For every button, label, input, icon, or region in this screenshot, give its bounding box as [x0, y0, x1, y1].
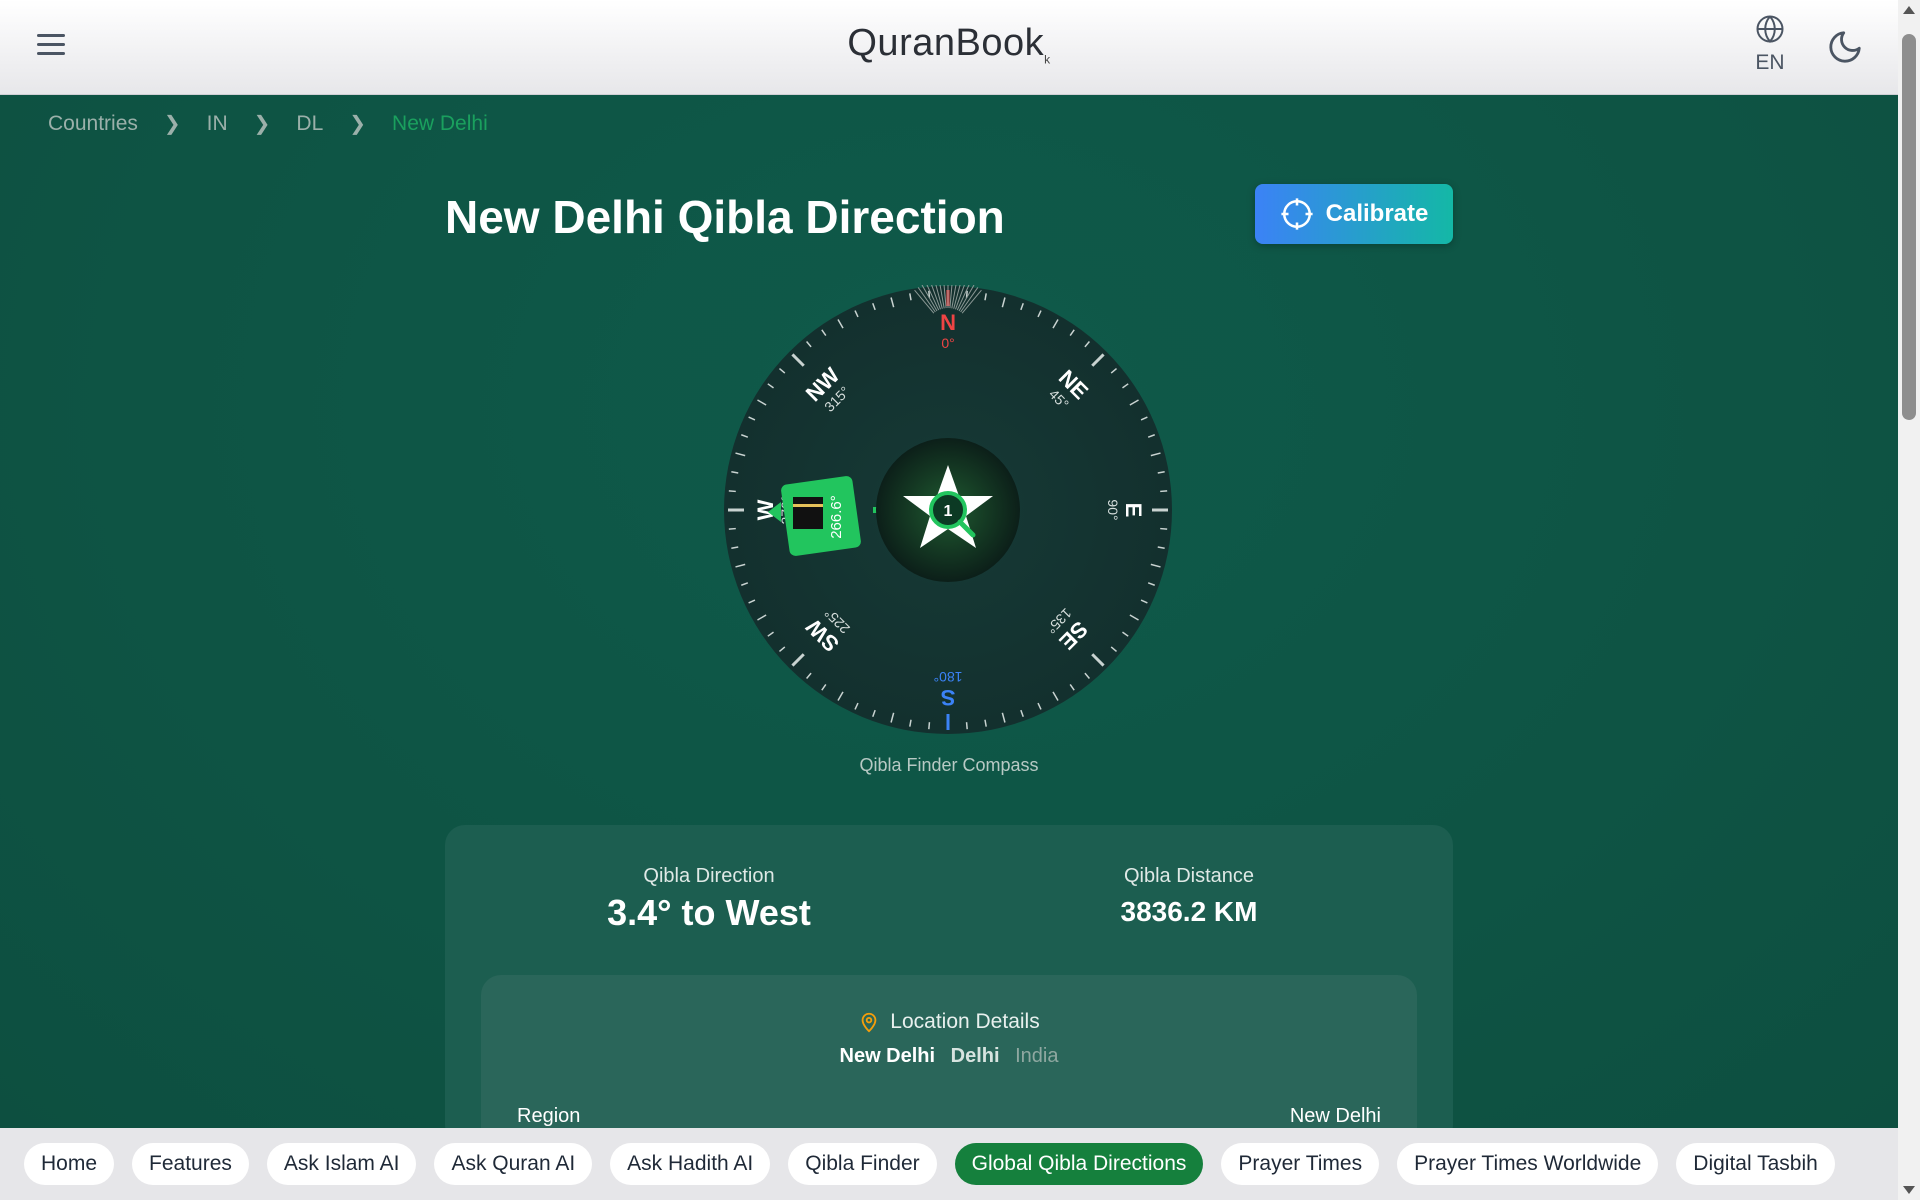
theme-toggle[interactable]	[1826, 28, 1866, 68]
kaaba-icon	[793, 497, 823, 529]
brand-name: QuranBook	[847, 22, 1045, 64]
breadcrumb-countries[interactable]: Countries	[48, 112, 138, 136]
compass-tick	[1160, 490, 1168, 493]
location-names: New Delhi Delhi India	[481, 1045, 1417, 1068]
qibla-direction-label: Qibla Direction	[643, 865, 775, 887]
compass-tick	[1160, 527, 1168, 530]
compass-dial: N0°NE45°E90°SE135°S180°SW225°W270°NW315°…	[724, 278, 1172, 734]
qibla-bearing-label: 266.6°	[828, 495, 845, 539]
compass-tick	[728, 490, 736, 493]
scroll-up-arrow-icon[interactable]	[1903, 6, 1915, 14]
qibla-info-card: Qibla Direction 3.4° to West Qibla Dista…	[445, 825, 1453, 1175]
scroll-down-arrow-icon[interactable]	[1903, 1186, 1915, 1194]
language-switcher[interactable]: EN	[1750, 14, 1790, 75]
qibla-distance-value: 3836.2 KM	[1120, 896, 1258, 927]
region-label: Region	[517, 1105, 581, 1127]
chevron-right-icon: ❯	[163, 113, 181, 135]
top-header: QuranBookk EN	[0, 0, 1898, 95]
nav-chip-ask-hadith-ai[interactable]: Ask Hadith AI	[610, 1143, 771, 1185]
breadcrumb-country[interactable]: IN	[207, 112, 228, 136]
location-details-heading: Location Details	[481, 1010, 1417, 1034]
breadcrumb: Countries ❯ IN ❯ DL ❯ New Delhi	[48, 111, 488, 136]
compass-tick	[928, 722, 931, 730]
nav-chip-global-qibla-directions[interactable]: Global Qibla Directions	[954, 1143, 1204, 1185]
location-state: Delhi	[950, 1045, 1000, 1067]
direction-degree-east: 90°	[1105, 499, 1121, 520]
main-content: Countries ❯ IN ❯ DL ❯ New Delhi New Delh…	[0, 95, 1898, 1200]
qibla-direction-value: 3.4° to West	[607, 892, 811, 933]
qibla-distance-stat: Qibla Distance 3836.2 KM	[1039, 865, 1339, 928]
direction-degree-north: 0°	[941, 335, 954, 351]
direction-north: N0°	[940, 310, 956, 351]
compass-tick	[728, 527, 736, 530]
nav-chip-digital-tasbih[interactable]: Digital Tasbih	[1676, 1143, 1835, 1185]
globe-icon	[1756, 15, 1784, 44]
brand-logo[interactable]: QuranBookk	[0, 22, 1898, 67]
direction-letter-north: N	[940, 310, 956, 335]
chevron-right-icon: ❯	[349, 113, 367, 135]
bottom-nav: Home Features Ask Islam AI Ask Quran AI …	[0, 1128, 1898, 1200]
nav-chip-qibla-finder[interactable]: Qibla Finder	[788, 1143, 937, 1185]
compass-caption: Qibla Finder Compass	[859, 755, 1039, 775]
moon-icon	[1829, 31, 1861, 63]
nav-chip-ask-islam-ai[interactable]: Ask Islam AI	[266, 1143, 417, 1185]
location-country: India	[1015, 1045, 1059, 1067]
calibrate-button[interactable]: Calibrate	[1255, 184, 1453, 244]
center-badge: 1	[944, 503, 953, 520]
nav-chip-prayer-times-worldwide[interactable]: Prayer Times Worldwide	[1397, 1143, 1659, 1185]
qibla-compass[interactable]: N0°NE45°E90°SE135°S180°SW225°W270°NW315°…	[723, 278, 1173, 735]
direction-letter-east: E	[1121, 503, 1146, 518]
page-title: New Delhi Qibla Direction	[445, 191, 1005, 243]
nav-chip-home[interactable]: Home	[24, 1143, 115, 1185]
nav-chip-features[interactable]: Features	[132, 1143, 249, 1185]
map-pin-icon	[861, 1012, 877, 1033]
chevron-right-icon: ❯	[253, 113, 271, 135]
nav-chip-ask-quran-ai[interactable]: Ask Quran AI	[434, 1143, 593, 1185]
direction-letter-south: S	[941, 685, 956, 710]
compass-tick	[965, 722, 968, 730]
language-code: EN	[1755, 51, 1785, 74]
qibla-distance-label: Qibla Distance	[1123, 865, 1255, 887]
page-scrollbar[interactable]	[1898, 0, 1920, 1200]
brand-mark: k	[1044, 52, 1051, 67]
calibrate-label: Calibrate	[1325, 200, 1429, 227]
location-details-title: Location Details	[890, 1010, 1040, 1033]
breadcrumb-state[interactable]: DL	[296, 112, 323, 136]
qibla-direction-stat: Qibla Direction 3.4° to West	[559, 865, 859, 934]
breadcrumb-current-city: New Delhi	[392, 111, 488, 135]
direction-degree-south: 180°	[934, 669, 963, 685]
nav-chip-prayer-times[interactable]: Prayer Times	[1221, 1143, 1380, 1185]
scroll-thumb[interactable]	[1902, 34, 1916, 420]
region-value: New Delhi	[1289, 1105, 1381, 1127]
crosshair-icon	[1281, 198, 1313, 230]
location-city: New Delhi	[839, 1045, 936, 1067]
